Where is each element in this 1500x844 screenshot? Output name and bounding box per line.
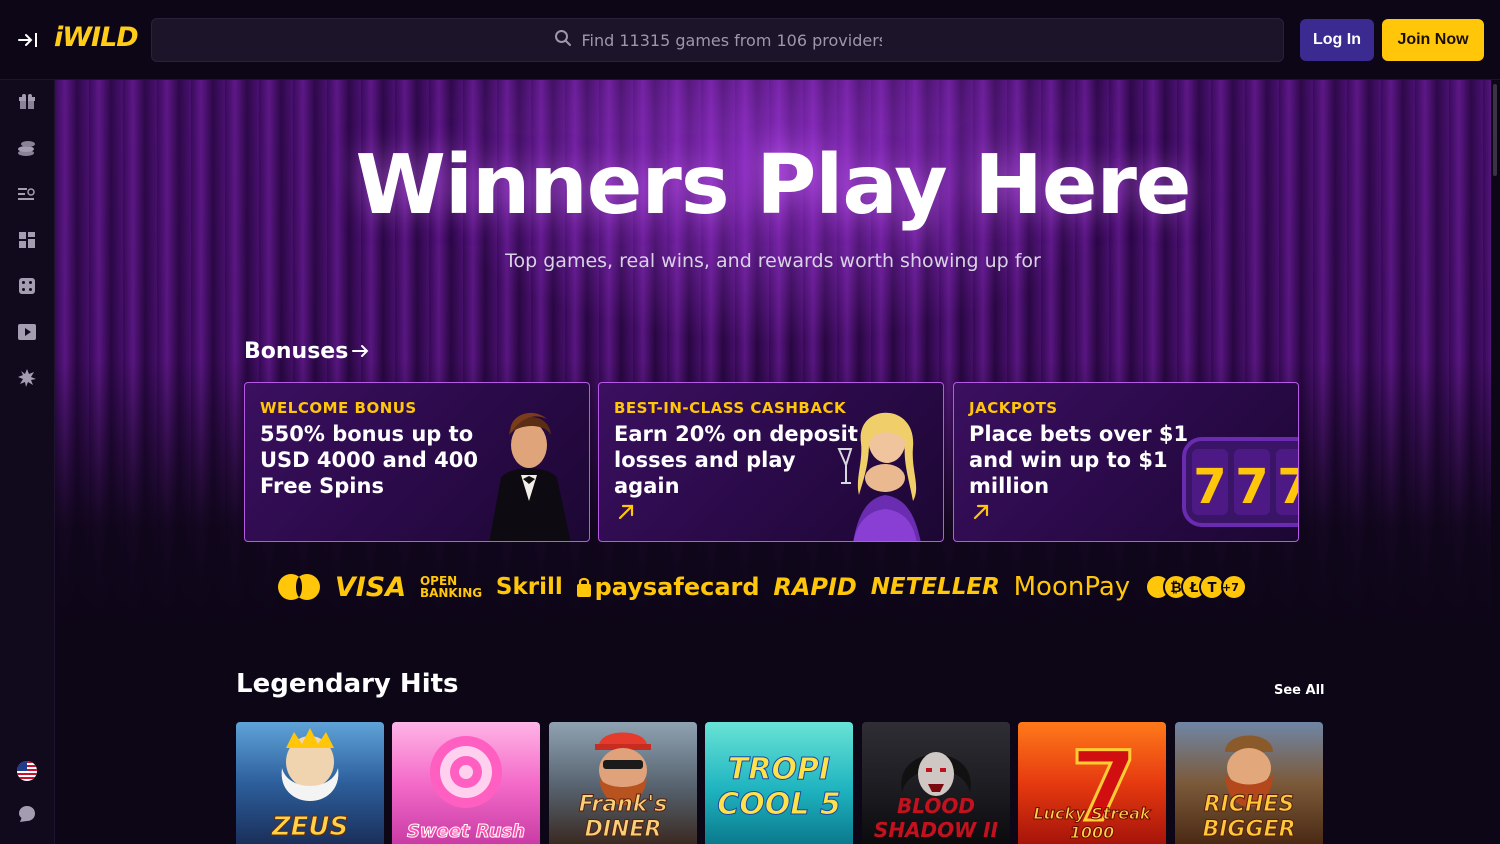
- bonus-text: Earn 20% on deposit losses and play agai…: [614, 422, 858, 498]
- game-tile[interactable]: RICHES BIGGER: [1175, 722, 1323, 844]
- main-content: Winners Play Here Top games, real wins, …: [55, 80, 1491, 844]
- bonus-text: Place bets over $1 and win up to $1 mill…: [969, 422, 1189, 498]
- svg-text:₿: ₿: [1170, 580, 1181, 596]
- coins-icon[interactable]: [17, 138, 37, 158]
- game-tile[interactable]: Frank's DINER: [549, 722, 697, 844]
- game-tile[interactable]: TROPI COOL 5: [705, 722, 853, 844]
- bonus-tag: JACKPOTS: [969, 399, 1058, 417]
- game-tile[interactable]: 7 Lucky Streak 1000: [1018, 722, 1166, 844]
- visa-logo: VISA: [334, 571, 407, 603]
- sidebar: [0, 80, 55, 844]
- search-bar[interactable]: [151, 18, 1284, 62]
- skrill-logo: Skrill: [495, 574, 563, 600]
- see-all-link[interactable]: See All: [1274, 683, 1325, 698]
- game-title: Sweet Rush: [406, 821, 526, 843]
- scrollbar-thumb[interactable]: [1493, 84, 1497, 176]
- gift-icon[interactable]: [17, 92, 37, 112]
- bonuses-heading-link[interactable]: Bonuses: [244, 339, 370, 364]
- bonuses-heading: Bonuses: [244, 339, 349, 364]
- svg-text:7: 7: [1235, 459, 1268, 515]
- game-title: ZEUS: [271, 812, 349, 843]
- jackpots-card[interactable]: 7 7 7 JACKPOTS Place bets over $1 and wi…: [953, 382, 1299, 542]
- open-banking-line2: BANKING: [419, 586, 483, 600]
- dice-icon[interactable]: [17, 276, 37, 296]
- collapse-sidebar-icon[interactable]: [14, 28, 42, 52]
- paysafecard-logo: paysafecard: [576, 573, 760, 601]
- crypto-more-count: +7: [1222, 580, 1239, 594]
- game-title: Frank's DINER: [578, 792, 668, 843]
- game-tile[interactable]: BLOOD SHADOW II: [862, 722, 1010, 844]
- hero-subtitle: Top games, real wins, and rewards worth …: [505, 250, 1041, 272]
- open-banking-logo: OPEN BANKING: [420, 575, 482, 599]
- paysafecard-label: paysafecard: [594, 573, 760, 601]
- game-tile[interactable]: Sweet Rush: [392, 722, 540, 844]
- game-title: TROPI COOL 5: [717, 752, 841, 823]
- search-input[interactable]: [581, 30, 882, 50]
- login-button[interactable]: Log In: [1300, 19, 1374, 61]
- us-flag-icon[interactable]: [17, 761, 37, 781]
- search-icon: [554, 29, 572, 51]
- arrow-right-icon: [352, 339, 370, 364]
- join-now-button[interactable]: Join Now: [1382, 19, 1484, 61]
- arrow-up-right-icon: [972, 503, 990, 521]
- legendary-hits-heading: Legendary Hits: [236, 669, 459, 699]
- page-scrollbar[interactable]: [1491, 80, 1500, 844]
- mastercard-icon: [277, 573, 321, 601]
- hero-title: Winners Play Here: [355, 138, 1191, 233]
- game-title: BLOOD SHADOW II: [873, 794, 999, 842]
- site-logo[interactable]: iWILD: [54, 22, 139, 53]
- game-title: Lucky Streak 1000: [1033, 804, 1151, 843]
- neteller-logo: NETELLER: [870, 574, 1000, 600]
- arrow-up-right-icon: [617, 503, 635, 521]
- game-title: RICHES BIGGER: [1202, 792, 1296, 843]
- svg-text:T: T: [1208, 581, 1217, 596]
- rapid-logo: RAPID: [773, 573, 857, 601]
- moonpay-logo: MoonPay: [1013, 572, 1131, 602]
- bonus-tag: WELCOME BONUS: [260, 399, 417, 417]
- crypto-icons: ₿ Ł T +7: [1144, 573, 1267, 601]
- grid-icon[interactable]: [17, 230, 37, 250]
- svg-text:Ł: Ł: [1189, 581, 1198, 596]
- play-icon[interactable]: [17, 322, 37, 342]
- top-bar: iWILD Log In Join Now: [0, 0, 1500, 80]
- welcome-bonus-card[interactable]: WELCOME BONUS 550% bonus up to USD 4000 …: [244, 382, 590, 542]
- search-list-icon[interactable]: [17, 184, 37, 204]
- star-burst-icon[interactable]: [17, 368, 37, 388]
- payment-methods: VISA OPEN BANKING Skrill paysafecard RAP…: [277, 567, 1267, 607]
- bonus-text: 550% bonus up to USD 4000 and 400 Free S…: [260, 422, 478, 498]
- chat-icon[interactable]: [17, 804, 37, 824]
- bonus-tag: BEST-IN-CLASS CASHBACK: [614, 399, 847, 417]
- game-tile[interactable]: ZEUS: [236, 722, 384, 844]
- cashback-card[interactable]: BEST-IN-CLASS CASHBACK Earn 20% on depos…: [598, 382, 944, 542]
- svg-text:7: 7: [1277, 459, 1298, 515]
